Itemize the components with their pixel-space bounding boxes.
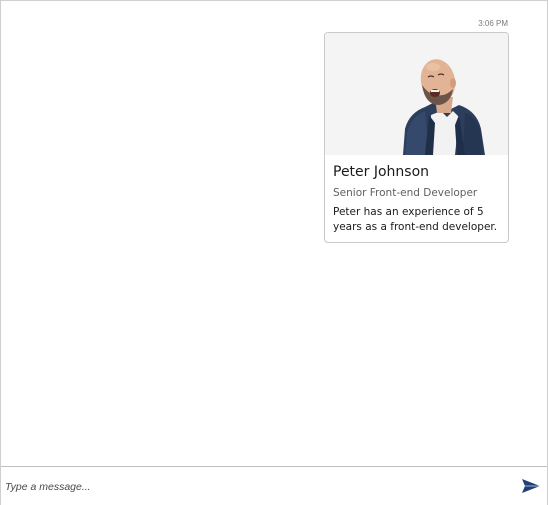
profile-card[interactable]: Peter Johnson Senior Front-end Developer… [324,32,509,243]
message-input[interactable] [5,476,505,498]
send-icon [521,479,541,498]
message-timestamp: 3:06 PM [478,19,508,28]
card-title: Peter Johnson [333,164,430,180]
card-text: Peter has an experience of 5 years as a … [333,206,498,233]
message-composer [1,466,547,505]
send-button[interactable] [521,477,541,495]
profile-photo [325,33,508,155]
chat-window: 3:06 PM Peter Johnson Senior Front-end D… [0,0,548,505]
card-subtitle: Senior Front-end Developer [333,187,478,199]
